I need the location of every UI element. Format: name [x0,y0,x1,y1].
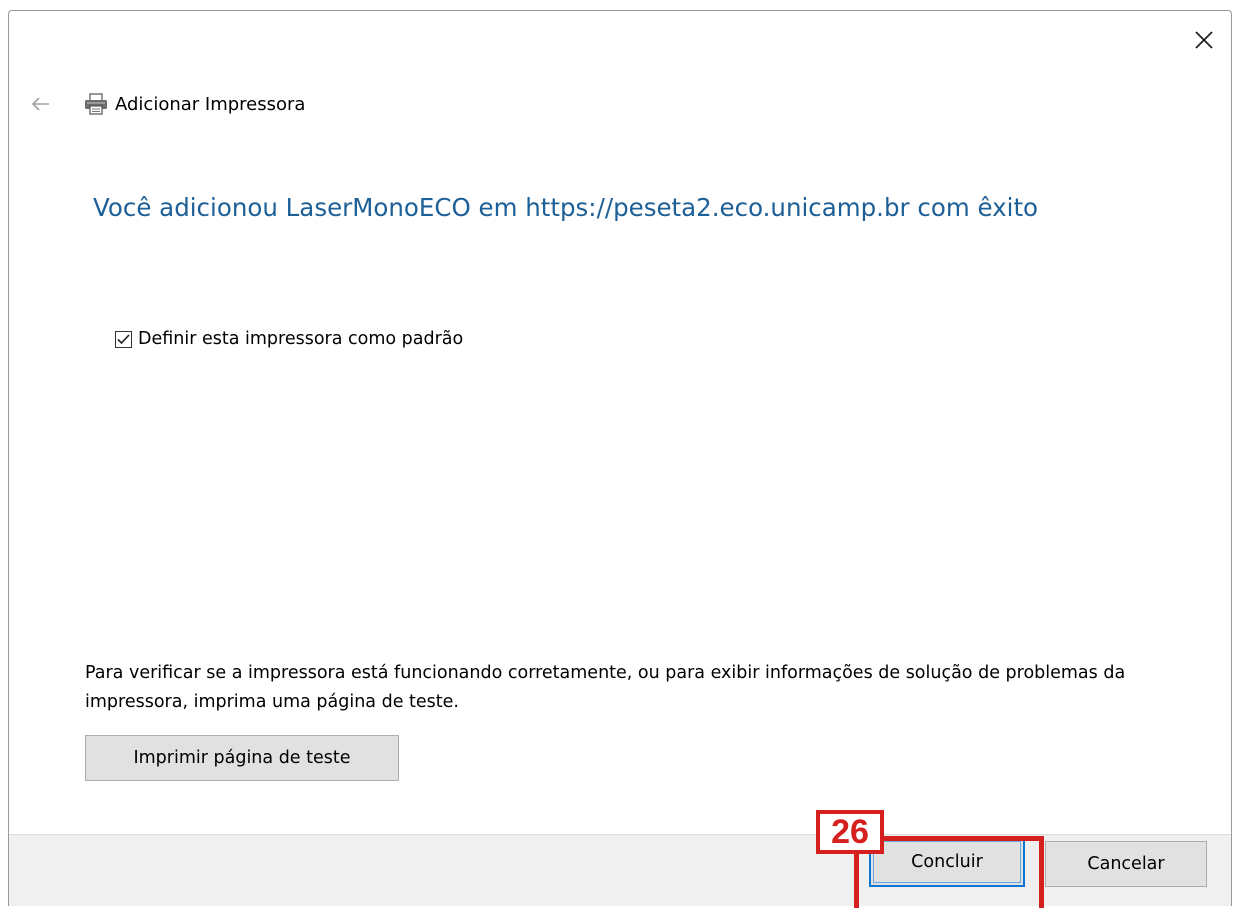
cancel-button[interactable]: Cancelar [1045,841,1207,887]
default-printer-checkbox[interactable] [115,330,132,348]
test-page-info: Para verificar se a impressora está func… [85,663,1126,712]
back-button[interactable] [27,90,55,118]
printer-icon [83,92,109,116]
default-printer-option[interactable]: Definir esta impressora como padrão [115,329,463,349]
default-printer-label: Definir esta impressora como padrão [138,329,464,349]
dialog-header: Adicionar Impressora [27,89,305,119]
success-heading: Você adicionou LaserMonoECO em https://p… [93,193,1039,222]
add-printer-dialog: Adicionar Impressora Você adicionou Lase… [8,10,1232,906]
back-arrow-icon [31,97,49,111]
close-icon [1195,31,1213,49]
checkmark-icon [117,333,130,344]
finish-button-label: Concluir [911,852,983,872]
print-test-page-button[interactable]: Imprimir página de teste [85,735,399,781]
dialog-title: Adicionar Impressora [115,93,306,115]
close-button[interactable] [1187,23,1221,57]
annotation-step-label: 26 [816,810,884,854]
finish-button[interactable]: Concluir [869,837,1025,887]
